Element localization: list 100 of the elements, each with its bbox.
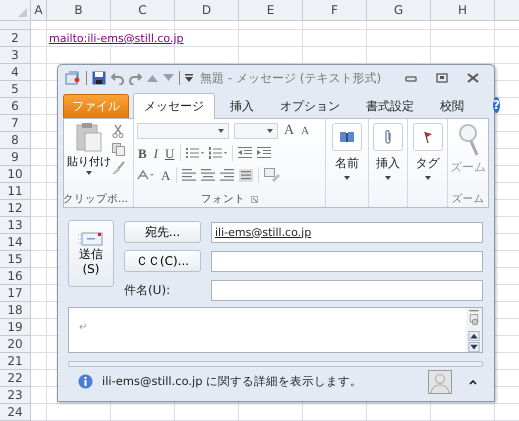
clipboard-icon <box>76 122 102 152</box>
subject-label: 件名(U): <box>124 282 172 298</box>
bullet-list-icon[interactable] <box>186 147 204 159</box>
dialog-launcher-icon[interactable] <box>251 196 258 202</box>
format-button[interactable]: U <box>164 146 176 160</box>
row-header[interactable]: 20 <box>0 336 31 353</box>
copy-icon[interactable] <box>112 143 124 156</box>
expand-icon[interactable] <box>469 378 477 384</box>
row-header[interactable]: 10 <box>0 166 31 183</box>
help-icon[interactable]: ? <box>493 96 500 112</box>
align-center-icon[interactable] <box>201 169 216 181</box>
numbered-list-icon[interactable] <box>209 147 228 159</box>
row-header[interactable]: 9 <box>0 149 31 166</box>
row-header[interactable]: 7 <box>0 115 31 132</box>
row-header[interactable]: 18 <box>0 302 31 319</box>
window-title: 無題 - メッセージ (テキスト形式) <box>200 70 382 86</box>
save-icon[interactable] <box>92 71 106 85</box>
align-left-icon[interactable] <box>182 169 196 181</box>
info-icon <box>78 374 93 389</box>
hyperlink[interactable]: mailto:ili-ems@still.co.jp <box>49 32 184 45</box>
ribbon-tab[interactable]: 校閲 <box>429 94 475 118</box>
group-label: フォント <box>201 192 245 206</box>
send-button[interactable]: 送信 (S) <box>68 220 114 287</box>
cc-field[interactable] <box>211 250 483 272</box>
row-header[interactable]: 4 <box>0 64 31 81</box>
column-header[interactable]: C <box>111 0 175 20</box>
maximize-icon[interactable] <box>436 73 448 83</box>
avatar-icon <box>428 370 452 394</box>
format-button[interactable]: B <box>137 146 148 160</box>
ribbon-tab[interactable]: オプション <box>269 94 351 118</box>
column-header[interactable]: H <box>431 0 495 20</box>
row-header[interactable]: 22 <box>0 370 31 387</box>
paste-button[interactable]: 貼り付け <box>67 122 111 191</box>
book-icon <box>339 131 355 143</box>
magnifier-icon <box>457 123 479 157</box>
row-header[interactable]: 24 <box>0 404 31 421</box>
to-field[interactable]: ili-ems@still.co.jp <box>211 222 483 242</box>
to-button[interactable]: 宛先... <box>124 221 201 243</box>
scroll-up-icon[interactable] <box>468 330 480 341</box>
row-header[interactable]: 23 <box>0 387 31 404</box>
justify-icon[interactable] <box>239 168 254 182</box>
subject-field[interactable] <box>211 280 483 300</box>
caret-icon <box>218 129 224 133</box>
ribbon-tab[interactable]: メッセージ <box>133 93 215 119</box>
column-header[interactable]: G <box>367 0 431 20</box>
group-label: ズーム <box>452 192 484 206</box>
down-arrow-icon[interactable] <box>163 74 174 82</box>
tags-button[interactable]: タグ <box>411 123 444 180</box>
font-size-button[interactable]: A <box>283 124 296 138</box>
redo-icon[interactable] <box>129 72 142 84</box>
row-header[interactable]: 3 <box>0 47 31 64</box>
row-header[interactable]: 21 <box>0 353 31 370</box>
column-header[interactable]: A <box>31 0 47 20</box>
row-header[interactable]: 5 <box>0 81 31 98</box>
row-header[interactable]: 6 <box>0 98 31 115</box>
ribbon-tab[interactable]: 書式設定 <box>355 94 425 118</box>
ribbon-tab[interactable]: 挿入 <box>219 94 265 118</box>
row-header[interactable]: 12 <box>0 200 31 217</box>
column-header[interactable]: F <box>303 0 367 20</box>
envelope-icon[interactable] <box>65 70 81 86</box>
decrease-indent-icon[interactable] <box>238 147 252 159</box>
font-size-button[interactable]: A <box>300 126 310 136</box>
format-button[interactable]: I <box>152 146 160 160</box>
people-pane-text: ili-ems@still.co.jp に関する詳細を表示します。 <box>102 374 362 389</box>
highlight-icon[interactable] <box>137 169 155 181</box>
column-header[interactable]: E <box>239 0 303 20</box>
row-header[interactable]: 11 <box>0 183 31 200</box>
caret-icon <box>86 171 92 175</box>
caret-icon <box>385 176 391 180</box>
column-header[interactable]: B <box>47 0 111 20</box>
close-icon[interactable] <box>467 73 479 83</box>
row-header[interactable]: 13 <box>0 217 31 234</box>
brush-icon[interactable] <box>111 161 125 175</box>
row-header[interactable]: 14 <box>0 234 31 251</box>
row-header[interactable]: 19 <box>0 319 31 336</box>
increase-indent-icon[interactable] <box>257 147 272 159</box>
caret-icon <box>267 129 273 133</box>
row-header[interactable]: 2 <box>0 30 31 47</box>
column-header[interactable]: D <box>175 0 239 20</box>
names-button[interactable]: 名前 <box>329 123 365 180</box>
font-color-button[interactable]: A <box>160 168 172 182</box>
insert-button[interactable]: 挿入 <box>372 123 404 180</box>
eraser-icon[interactable] <box>264 168 280 182</box>
group-label: クリップボ... <box>63 192 128 206</box>
undo-icon[interactable] <box>111 72 124 84</box>
flag-icon <box>422 130 434 144</box>
up-arrow-icon[interactable] <box>147 74 158 82</box>
cc-button[interactable]: ＣＣ(C)... <box>124 250 201 272</box>
row-header[interactable]: 16 <box>0 268 31 285</box>
caret-icon <box>424 176 430 180</box>
scissors-icon[interactable] <box>112 124 124 138</box>
align-right-icon[interactable] <box>220 169 234 181</box>
envelope-icon <box>78 230 104 246</box>
row-header[interactable]: 15 <box>0 251 31 268</box>
customize-icon[interactable] <box>185 74 193 82</box>
scroll-down-icon[interactable] <box>468 342 480 352</box>
caret-icon <box>344 176 350 180</box>
row-header[interactable]: 8 <box>0 132 31 149</box>
row-header[interactable]: 17 <box>0 285 31 302</box>
scrollbar[interactable] <box>466 308 482 352</box>
